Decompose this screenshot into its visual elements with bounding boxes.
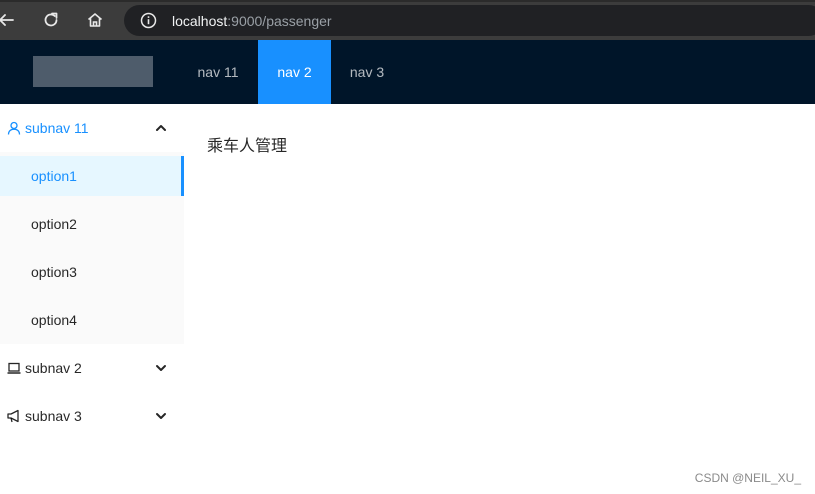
top-nav-item-nav-2[interactable]: nav 2	[258, 40, 331, 104]
watermark-text: CSDN @NEIL_XU_	[694, 471, 801, 485]
app-header: nav 11 nav 2 nav 3	[0, 40, 815, 104]
submenu-subnav-2[interactable]: subnav 2	[0, 348, 184, 388]
submenu-label: subnav 3	[25, 408, 82, 424]
chevron-down-icon	[156, 413, 166, 419]
home-icon	[87, 13, 103, 27]
back-arrow-icon	[0, 14, 14, 26]
page-title: 乘车人管理	[207, 136, 288, 155]
top-nav-item-nav-11[interactable]: nav 11	[180, 40, 256, 104]
back-button[interactable]	[0, 10, 16, 30]
tab-strip-edge	[0, 0, 815, 2]
reload-button[interactable]	[41, 10, 61, 30]
sidebar-menu: subnav 11 option1 option2 option3 option…	[0, 104, 184, 494]
laptop-icon	[7, 362, 21, 374]
notification-icon	[7, 409, 19, 423]
menu-item-option2[interactable]: option2	[0, 204, 184, 244]
menu-item-option3[interactable]: option3	[0, 252, 184, 292]
chevron-down-icon	[156, 365, 166, 371]
chevron-up-icon	[156, 125, 166, 131]
address-bar[interactable]: localhost:9000/passenger	[124, 5, 815, 36]
browser-toolbar: localhost:9000/passenger	[0, 0, 815, 40]
url-host: localhost	[172, 13, 228, 29]
menu-item-label: option3	[31, 264, 77, 280]
url-text: localhost:9000/passenger	[172, 13, 332, 29]
submenu-subnav-11[interactable]: subnav 11	[0, 108, 184, 148]
menu-item-label: option4	[31, 312, 77, 328]
menu-item-option1[interactable]: option1	[0, 156, 184, 196]
menu-item-option4[interactable]: option4	[0, 300, 184, 340]
menu-item-label: option2	[31, 216, 77, 232]
submenu-label: subnav 11	[25, 120, 89, 136]
url-path: :9000/passenger	[227, 13, 332, 29]
home-button[interactable]	[85, 10, 105, 30]
main-content: 乘车人管理 CSDN @NEIL_XU_	[184, 104, 815, 494]
user-icon	[7, 121, 21, 135]
top-nav-item-nav-3[interactable]: nav 3	[333, 40, 401, 104]
reload-icon	[44, 12, 58, 27]
submenu-items: option1 option2 option3 option4	[0, 152, 184, 344]
menu-item-label: option1	[31, 168, 77, 184]
submenu-subnav-3[interactable]: subnav 3	[0, 396, 184, 436]
logo-placeholder	[33, 56, 153, 87]
submenu-label: subnav 2	[25, 360, 82, 376]
info-icon[interactable]	[140, 12, 157, 29]
